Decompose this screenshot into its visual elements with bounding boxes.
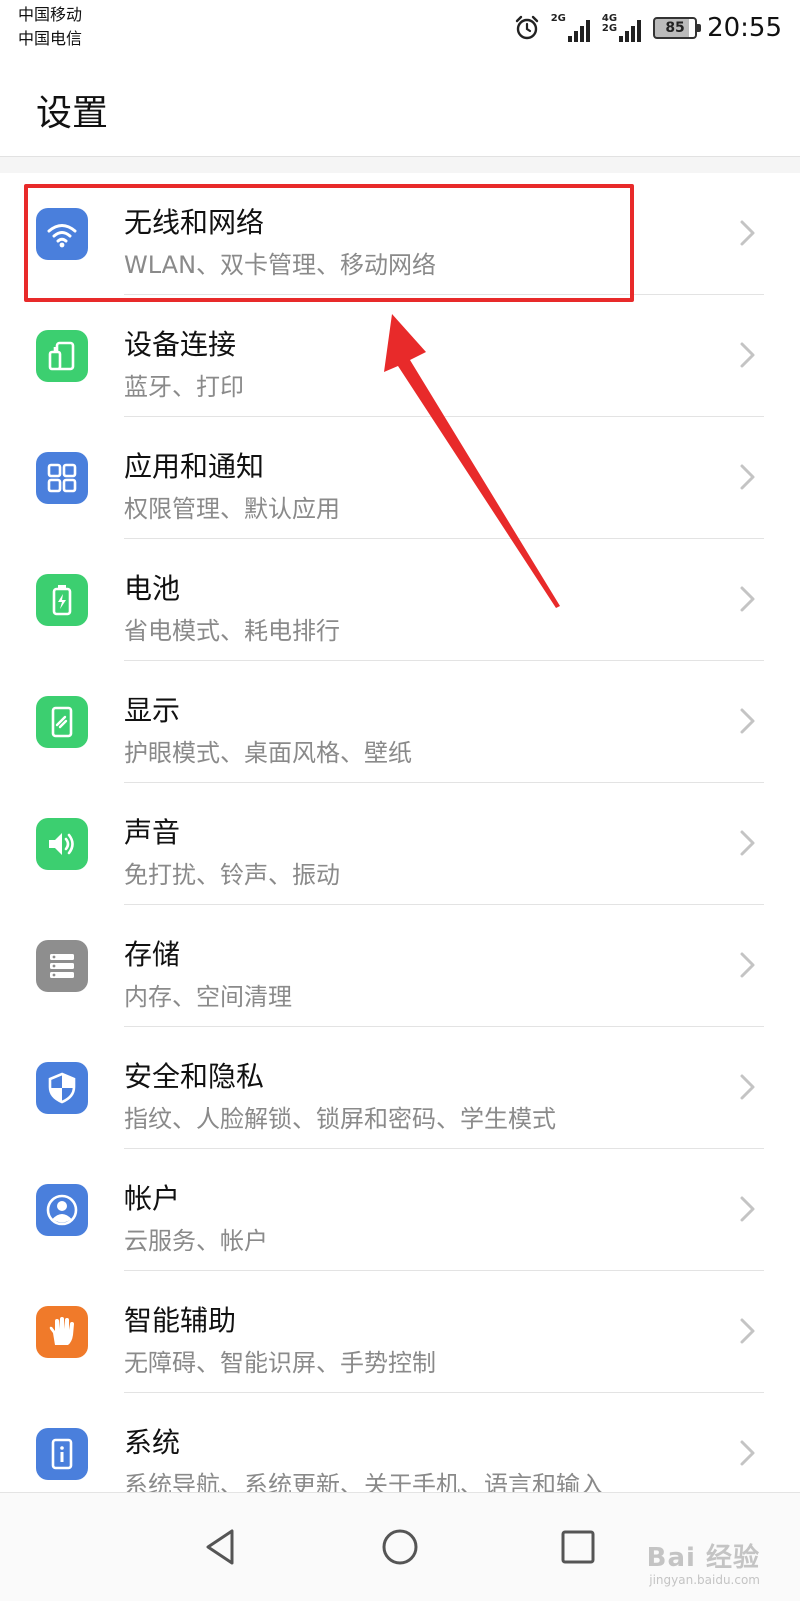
settings-item-subtitle: 蓝牙、打印 xyxy=(124,373,244,401)
settings-item-title: 存储 xyxy=(124,938,181,971)
settings-item-title: 声音 xyxy=(124,816,181,849)
settings-item-title: 应用和通知 xyxy=(124,450,265,483)
settings-item-title: 设备连接 xyxy=(124,328,237,361)
battery-level: 85 xyxy=(665,20,685,36)
chevron-right-icon xyxy=(740,1196,755,1222)
chevron-right-icon xyxy=(740,1318,755,1344)
watermark-url: jingyan.baidu.com xyxy=(649,1573,760,1587)
battery-icon xyxy=(36,574,88,626)
carrier-1: 中国移动 xyxy=(18,5,83,24)
settings-item-subtitle: 免打扰、铃声、振动 xyxy=(124,861,340,889)
signal-2g-label-2: 2G xyxy=(601,23,618,34)
settings-item-title: 无线和网络 xyxy=(124,206,265,239)
chevron-right-icon xyxy=(740,1440,755,1466)
alarm-icon xyxy=(515,15,538,40)
settings-item-system[interactable]: 系统 系统导航、系统更新、关于手机、语言和输入 xyxy=(0,1393,800,1493)
storage-icon xyxy=(36,940,88,992)
settings-item-subtitle: 无障碍、智能识屏、手势控制 xyxy=(124,1349,436,1377)
chevron-right-icon xyxy=(740,464,755,490)
settings-item-title: 安全和隐私 xyxy=(124,1060,265,1093)
settings-item-title: 帐户 xyxy=(124,1182,181,1215)
battery-indicator: 85 xyxy=(653,17,702,39)
settings-item-subtitle: 护眼模式、桌面风格、壁纸 xyxy=(124,739,412,767)
signal-4g-2g-icon: 4G 2G xyxy=(602,14,643,42)
shield-icon xyxy=(36,1062,88,1114)
settings-item-title: 智能辅助 xyxy=(124,1304,237,1337)
settings-item-sound[interactable]: 声音 免打扰、铃声、振动 xyxy=(0,783,800,905)
settings-item-subtitle: 系统导航、系统更新、关于手机、语言和输入 xyxy=(124,1471,604,1493)
signal-2g-icon: 2G xyxy=(551,14,592,42)
account-icon xyxy=(36,1184,88,1236)
navigation-bar: Bai 经验 jingyan.baidu.com xyxy=(0,1492,800,1601)
apps-grid-icon xyxy=(36,452,88,504)
settings-item-subtitle: 指纹、人脸解锁、锁屏和密码、学生模式 xyxy=(124,1105,556,1133)
title-bar: 设置 xyxy=(0,56,800,157)
settings-list[interactable]: 无线和网络 WLAN、双卡管理、移动网络 设备连接 蓝牙、打印 应用和通知 权限… xyxy=(0,173,800,1493)
chevron-right-icon xyxy=(740,586,755,612)
chevron-right-icon xyxy=(740,342,755,368)
settings-item-battery[interactable]: 电池 省电模式、耗电排行 xyxy=(0,539,800,661)
settings-item-security-privacy[interactable]: 安全和隐私 指纹、人脸解锁、锁屏和密码、学生模式 xyxy=(0,1027,800,1149)
settings-item-title: 电池 xyxy=(124,572,181,605)
chevron-right-icon xyxy=(740,952,755,978)
settings-item-subtitle: WLAN、双卡管理、移动网络 xyxy=(124,251,437,279)
chevron-right-icon xyxy=(740,830,755,856)
status-icons: 2G 4G 2G 85 20:55 xyxy=(513,12,782,44)
settings-item-subtitle: 云服务、帐户 xyxy=(124,1227,268,1255)
settings-item-smart-assist[interactable]: 智能辅助 无障碍、智能识屏、手势控制 xyxy=(0,1271,800,1393)
page-title: 设置 xyxy=(36,93,109,134)
settings-item-display[interactable]: 显示 护眼模式、桌面风格、壁纸 xyxy=(0,661,800,783)
settings-item-storage[interactable]: 存储 内存、空间清理 xyxy=(0,905,800,1027)
settings-item-apps-notifications[interactable]: 应用和通知 权限管理、默认应用 xyxy=(0,417,800,539)
settings-item-account[interactable]: 帐户 云服务、帐户 xyxy=(0,1149,800,1271)
carrier-2: 中国电信 xyxy=(18,29,83,48)
chevron-right-icon xyxy=(740,1074,755,1100)
settings-item-wireless-network[interactable]: 无线和网络 WLAN、双卡管理、移动网络 xyxy=(0,173,800,295)
home-circle-icon[interactable] xyxy=(376,1523,424,1571)
watermark-logo: Bai 经验 xyxy=(646,1543,760,1573)
device-connect-icon xyxy=(36,330,88,382)
chevron-right-icon xyxy=(740,220,755,246)
status-bar: 中国移动 中国电信 2G 4G 2G 85 20:55 xyxy=(0,0,800,56)
settings-item-subtitle: 权限管理、默认应用 xyxy=(124,495,340,523)
speaker-icon xyxy=(36,818,88,870)
chevron-right-icon xyxy=(740,708,755,734)
signal-2g-label: 2G xyxy=(550,13,566,24)
back-triangle-icon[interactable] xyxy=(198,1523,246,1571)
settings-item-title: 系统 xyxy=(124,1426,181,1459)
settings-item-subtitle: 省电模式、耗电排行 xyxy=(124,617,340,645)
recent-square-icon[interactable] xyxy=(554,1523,602,1571)
clock: 20:55 xyxy=(707,13,782,43)
wifi-icon xyxy=(36,208,88,260)
system-info-icon xyxy=(36,1428,88,1480)
display-icon xyxy=(36,696,88,748)
settings-item-subtitle: 内存、空间清理 xyxy=(124,983,292,1011)
settings-item-title: 显示 xyxy=(124,694,181,727)
settings-item-device-connection[interactable]: 设备连接 蓝牙、打印 xyxy=(0,295,800,417)
hand-icon xyxy=(36,1306,88,1358)
